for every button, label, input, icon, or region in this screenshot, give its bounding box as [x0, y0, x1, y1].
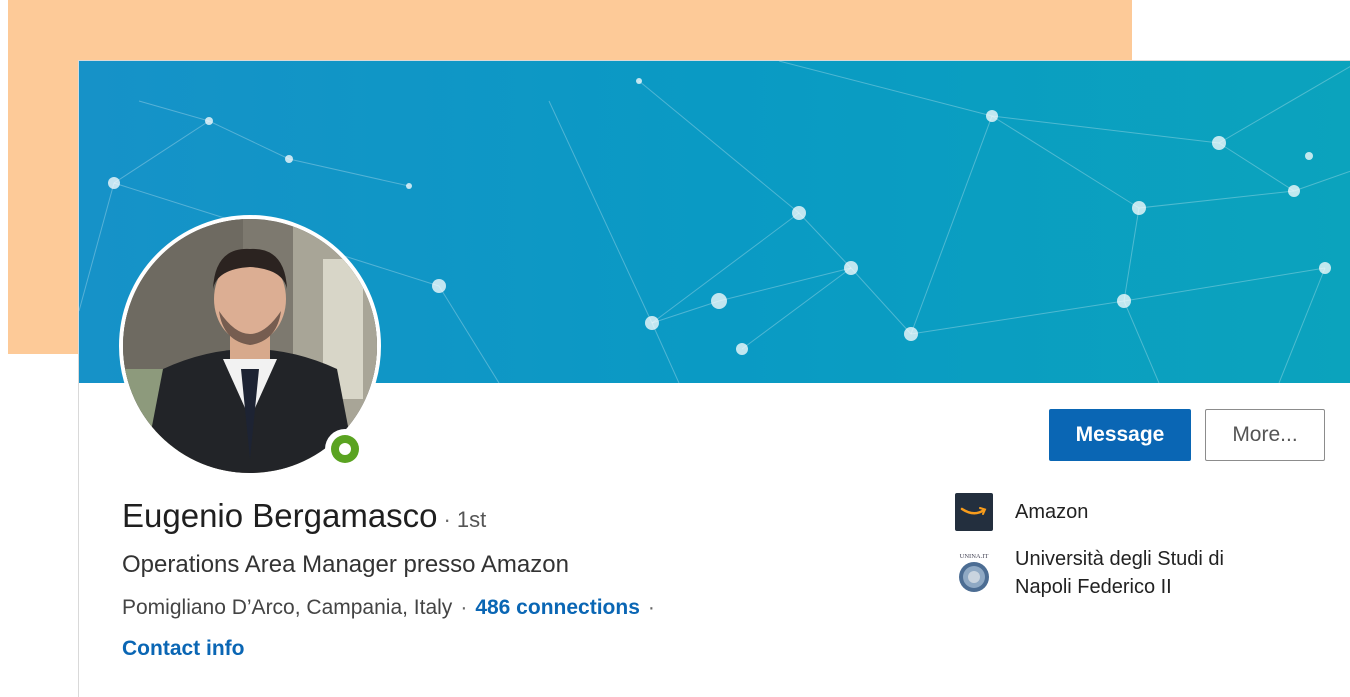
current-company[interactable]: Amazon	[955, 493, 1088, 531]
meta-separator: ·	[460, 596, 468, 619]
profile-meta: Pomigliano D’Arco, Campania, Italy · 486 c…	[122, 596, 663, 620]
company-name: Amazon	[1015, 500, 1089, 523]
profile-headline: Operations Area Manager presso Amazon	[122, 551, 569, 578]
profile-location: Pomigliano D’Arco, Campania, Italy	[122, 596, 453, 619]
online-status-badge	[325, 429, 365, 469]
profile-name: Eugenio Bergamasco	[122, 497, 438, 534]
connections-link[interactable]: 486 connections	[475, 596, 640, 619]
school-name: Università degli Studi di Napoli Federic…	[1015, 548, 1224, 598]
svg-text:UNINA.IT: UNINA.IT	[960, 553, 989, 560]
name-separator: ·	[443, 507, 451, 532]
meta-separator-2: ·	[647, 596, 655, 619]
profile-card: Message More... Eugenio Bergamasco · 1st O…	[78, 60, 1350, 697]
more-button[interactable]: More...	[1205, 409, 1325, 461]
university-logo-icon: UNINA.IT	[955, 549, 993, 595]
message-button[interactable]: Message	[1049, 409, 1191, 461]
profile-name-line: Eugenio Bergamasco · 1st	[122, 497, 486, 535]
connection-degree: 1st	[456, 507, 487, 532]
contact-info-link[interactable]: Contact info	[122, 637, 244, 661]
online-status-icon	[331, 435, 359, 463]
education-school[interactable]: UNINA.IT Università degli Studi di Napol…	[955, 545, 1275, 601]
amazon-logo-icon	[955, 493, 993, 531]
